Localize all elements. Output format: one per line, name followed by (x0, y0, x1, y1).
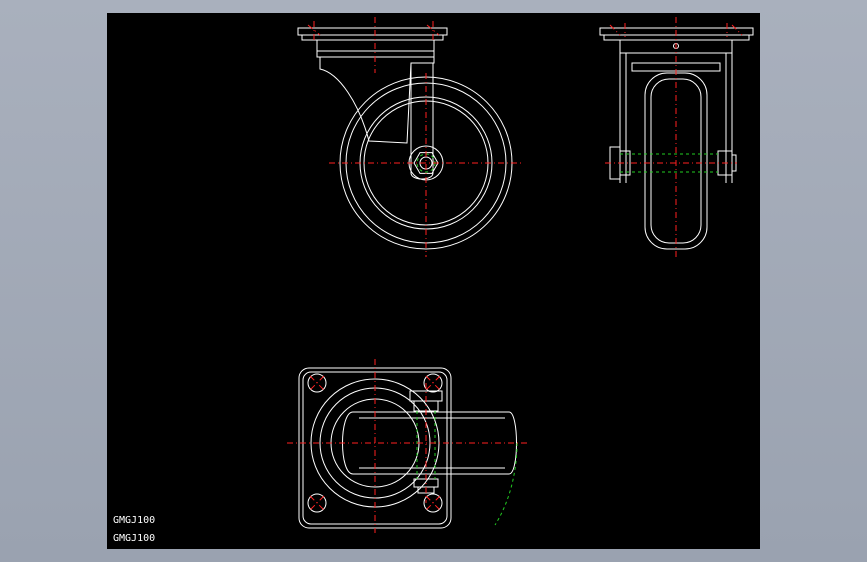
drawing-label: GMGJ100 (113, 533, 156, 544)
caster-drawing (287, 17, 754, 533)
top-view (287, 359, 527, 533)
swing-arc (494, 442, 518, 526)
drawing-label: GMGJ100 (113, 515, 156, 526)
cad-viewport[interactable]: GMGJ100 GMGJ100 (107, 13, 760, 549)
side-view (297, 17, 521, 257)
front-view (599, 17, 754, 257)
top-plate (297, 27, 448, 36)
